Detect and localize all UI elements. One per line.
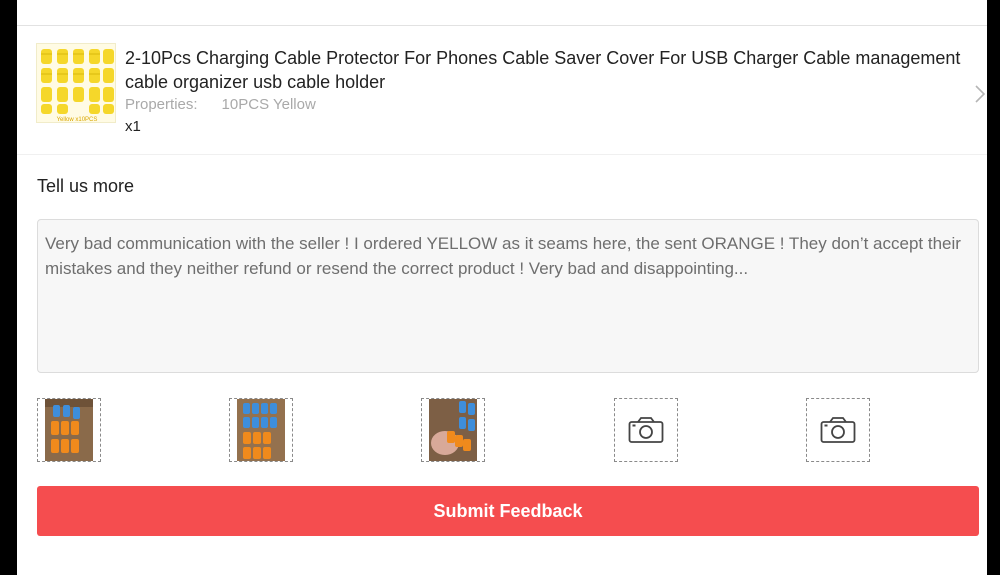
properties-value: 10PCS Yellow	[221, 96, 316, 113]
uploaded-photo-3[interactable]	[421, 398, 485, 462]
camera-icon	[820, 417, 856, 443]
screen-edge-right	[987, 0, 1000, 575]
product-thumbnail: Yellow x10PCS	[36, 43, 116, 123]
screen-edge-left	[0, 0, 17, 575]
feedback-textarea[interactable]: Very bad communication with the seller !…	[37, 219, 979, 373]
photo-thumbnail	[45, 399, 93, 461]
product-title: 2-10Pcs Charging Cable Protector For Pho…	[125, 48, 961, 92]
add-photo-button-1[interactable]	[614, 398, 678, 462]
photo-thumbnail	[429, 399, 477, 461]
top-divider	[17, 25, 987, 26]
tell-us-more-label: Tell us more	[37, 176, 135, 196]
chevron-right-icon[interactable]	[974, 84, 986, 104]
section-divider	[17, 154, 987, 155]
uploaded-photo-2[interactable]	[229, 398, 293, 462]
product-item[interactable]: Yellow x10PCS 2-10Pcs Charging Cable Pro…	[36, 40, 986, 140]
camera-icon	[628, 417, 664, 443]
product-properties: Properties: 10PCS Yellow	[125, 96, 316, 113]
submit-feedback-button[interactable]: Submit Feedback	[37, 486, 979, 536]
product-quantity: x1	[125, 118, 141, 135]
add-photo-button-2[interactable]	[806, 398, 870, 462]
uploaded-photo-1[interactable]	[37, 398, 101, 462]
properties-label: Properties:	[125, 96, 198, 113]
thumbnail-caption: Yellow x10PCS	[57, 117, 98, 123]
photo-thumbnail	[237, 399, 285, 461]
